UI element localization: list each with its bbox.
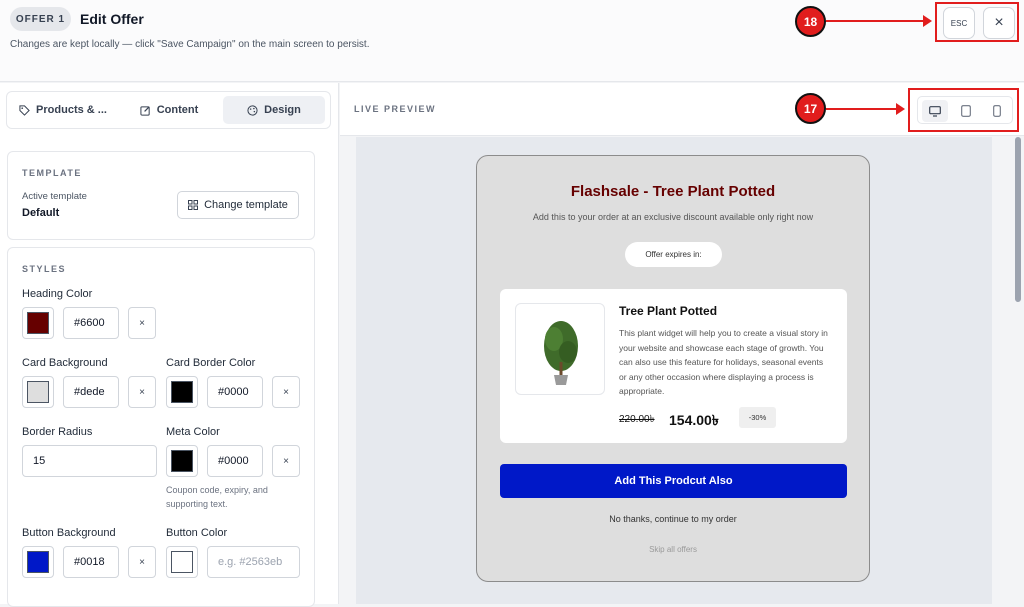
live-preview-label: LIVE PREVIEW	[354, 104, 437, 114]
card-background-clear-button[interactable]: ×	[128, 376, 156, 408]
border-radius-label: Border Radius	[22, 426, 93, 438]
card-border-color-input[interactable]: #0000	[207, 376, 263, 408]
tab-content-label: Content	[156, 104, 199, 116]
heading-color-label: Heading Color	[22, 288, 93, 300]
button-background-input[interactable]: #0018	[63, 546, 119, 578]
product-new-price: 154.00৳	[669, 412, 719, 428]
meta-color-help: Coupon code, expiry, and supporting text…	[166, 485, 268, 509]
offer-card: Flashsale - Tree Plant Potted Add this t…	[476, 155, 870, 582]
styles-section-label: STYLES	[22, 264, 67, 274]
styles-section: STYLES Heading Color #6600 × Card Backgr…	[7, 247, 315, 607]
product-old-price: 220.00৳	[619, 414, 655, 425]
annotation-arrow-18	[826, 15, 932, 27]
button-background-clear-button[interactable]: ×	[128, 546, 156, 578]
potted-tree-icon	[544, 321, 578, 385]
offer-subheading: Add this to your order at an exclusive d…	[532, 212, 814, 222]
card-border-color-clear-button[interactable]: ×	[272, 376, 300, 408]
annotation-marker-17: 17	[795, 93, 826, 124]
button-color-input[interactable]: e.g. #2563eb	[207, 546, 300, 578]
active-template-value: Default	[22, 207, 60, 219]
tab-design[interactable]: Design	[223, 96, 325, 124]
page-title: Edit Offer	[80, 11, 144, 27]
card-background-input[interactable]: #dede	[63, 376, 119, 408]
meta-color-input[interactable]: #0000	[207, 445, 263, 477]
template-section: TEMPLATE Active template Default Change …	[7, 151, 315, 240]
annotation-box-18	[935, 2, 1019, 42]
decline-offer-link[interactable]: No thanks, continue to my order	[477, 514, 869, 524]
palette-icon	[247, 104, 258, 116]
editor-tabs: Products & ... Content Design	[6, 91, 331, 129]
skip-all-offers-link[interactable]: Skip all offers	[477, 545, 869, 554]
template-section-label: TEMPLATE	[22, 168, 82, 178]
heading-color-swatch[interactable]	[22, 307, 54, 339]
header-subtitle: Changes are kept locally — click "Save C…	[10, 39, 370, 50]
offer-badge: OFFER 1	[10, 7, 71, 31]
meta-color-swatch[interactable]	[166, 445, 198, 477]
heading-color-input[interactable]: #6600	[63, 307, 119, 339]
edit-icon	[140, 105, 150, 116]
product-card: Tree Plant Potted This plant widget will…	[500, 289, 847, 443]
design-sidebar: Products & ... Content Design TEMPLATE A…	[0, 83, 339, 607]
card-background-swatch[interactable]	[22, 376, 54, 408]
offer-expires-pill: Offer expires in:	[625, 242, 722, 267]
button-background-swatch[interactable]	[22, 546, 54, 578]
preview-scrollbar[interactable]	[1012, 137, 1024, 604]
button-color-swatch[interactable]	[166, 546, 198, 578]
card-background-label: Card Background	[22, 357, 108, 369]
button-background-label: Button Background	[22, 527, 116, 539]
change-template-label: Change template	[204, 199, 288, 211]
product-name: Tree Plant Potted	[619, 304, 718, 318]
card-border-color-label: Card Border Color	[166, 357, 256, 369]
annotation-arrow-17	[826, 103, 905, 115]
edit-offer-header: OFFER 1 Edit Offer Changes are kept loca…	[0, 0, 1024, 82]
annotation-marker-18: 18	[795, 6, 826, 37]
product-image	[515, 303, 605, 395]
annotation-box-17	[908, 88, 1019, 132]
add-product-button[interactable]: Add This Prodcut Also	[500, 464, 847, 498]
change-template-button[interactable]: Change template	[177, 191, 299, 219]
tab-content[interactable]: Content	[119, 96, 219, 124]
offer-heading: Flashsale - Tree Plant Potted	[570, 183, 776, 200]
tab-products[interactable]: Products & ...	[11, 96, 115, 124]
card-border-color-swatch[interactable]	[166, 376, 198, 408]
product-description: This plant widget will help you to creat…	[619, 328, 828, 396]
tab-design-label: Design	[264, 104, 301, 116]
active-template-label: Active template	[22, 191, 87, 202]
heading-color-clear-button[interactable]: ×	[128, 307, 156, 339]
button-color-label: Button Color	[166, 527, 228, 539]
tag-icon	[19, 104, 30, 116]
discount-badge: -30%	[739, 407, 776, 428]
grid-icon	[188, 200, 199, 210]
tab-products-label: Products & ...	[36, 104, 107, 116]
border-radius-input[interactable]: 15	[22, 445, 157, 477]
meta-color-clear-button[interactable]: ×	[272, 445, 300, 477]
meta-color-label: Meta Color	[166, 426, 220, 438]
